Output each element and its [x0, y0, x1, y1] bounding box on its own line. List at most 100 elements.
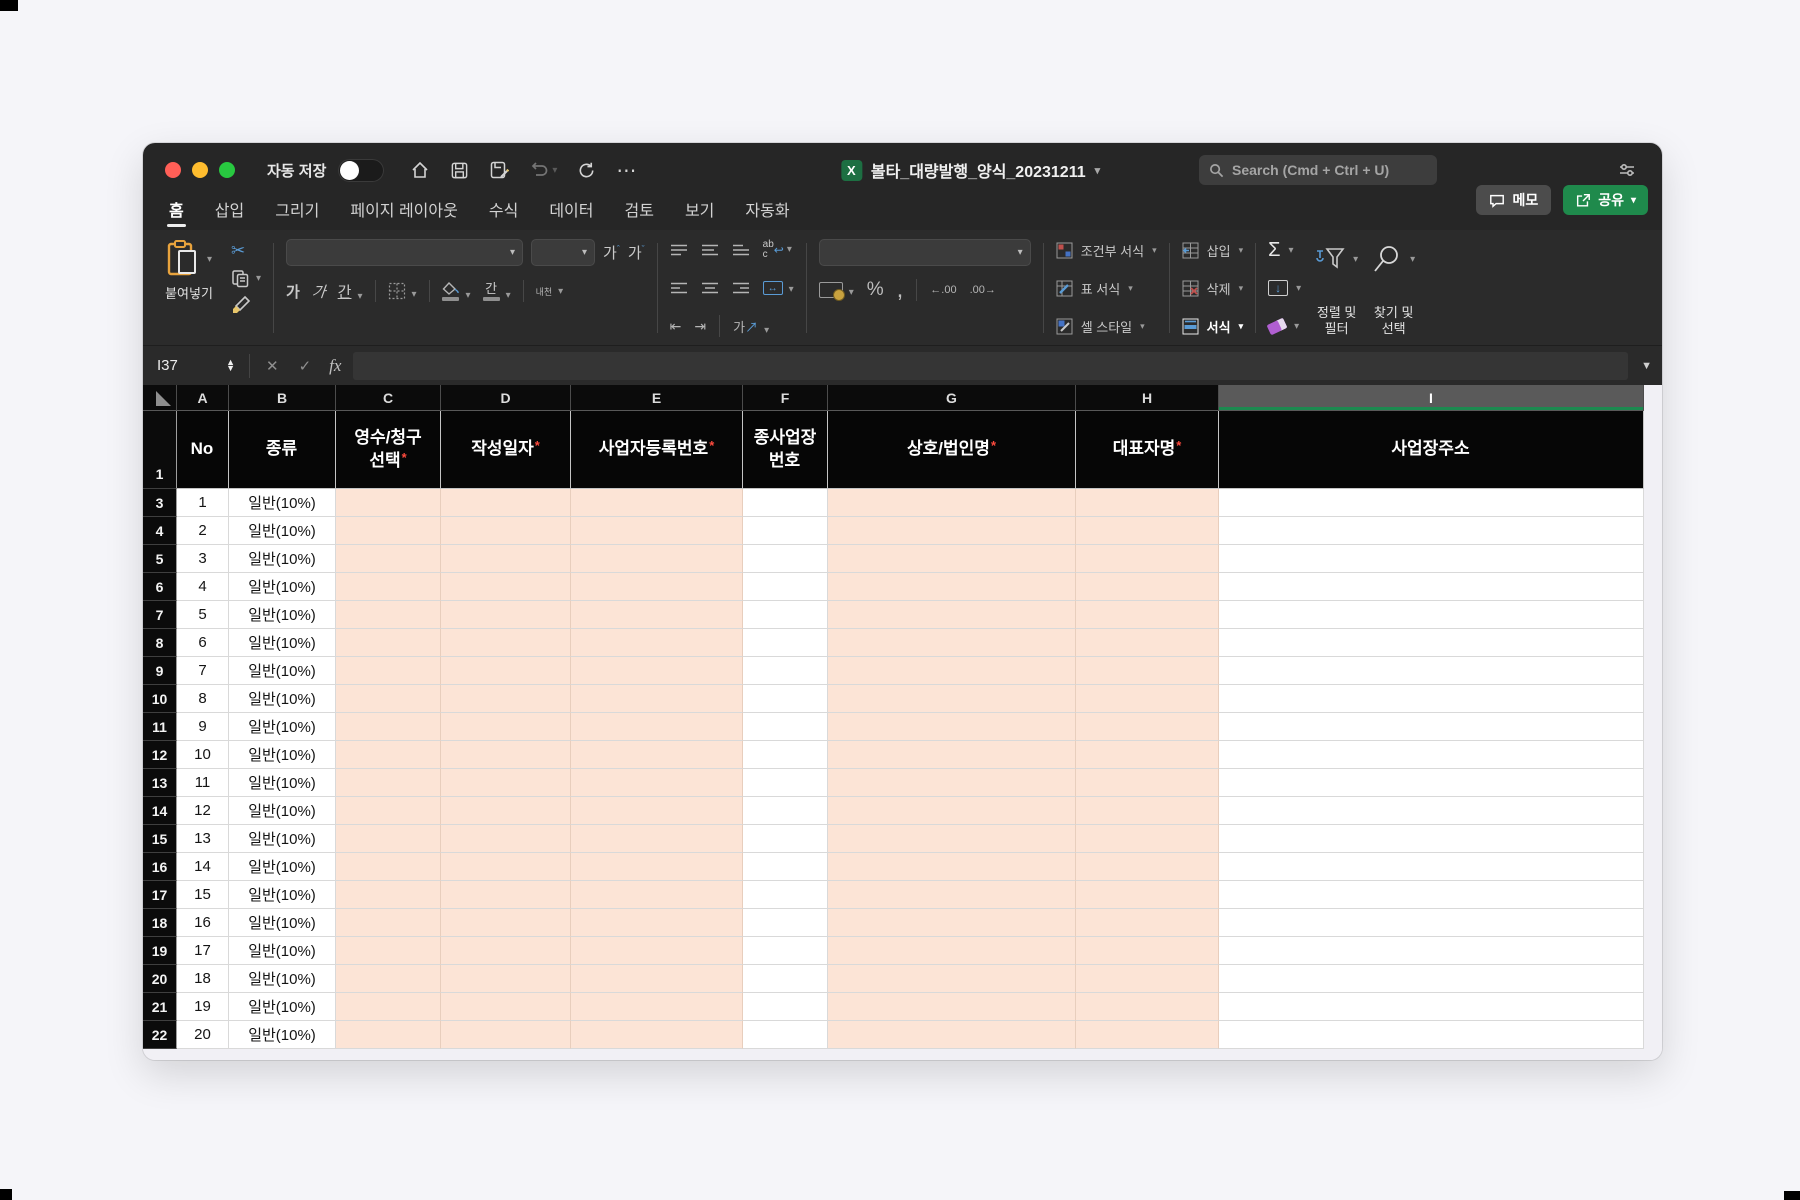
cell-write-date[interactable]	[441, 993, 571, 1021]
row-header[interactable]: 12	[143, 741, 177, 769]
cell-ceo-name[interactable]	[1076, 769, 1219, 797]
fill-button[interactable]: ↓▾	[1268, 278, 1301, 298]
font-size-select[interactable]: ▾	[531, 239, 595, 266]
cell-no[interactable]: 5	[177, 601, 229, 629]
cell-write-date[interactable]	[441, 909, 571, 937]
increase-decimal-button[interactable]: ←.00	[930, 284, 956, 296]
column-header-i-selected[interactable]: I	[1219, 385, 1644, 411]
cell-type[interactable]: 일반(10%)	[229, 769, 336, 797]
cell-type[interactable]: 일반(10%)	[229, 909, 336, 937]
tab-draw[interactable]: 그리기	[275, 197, 319, 230]
cell-company-name[interactable]	[828, 965, 1076, 993]
header-cell-write-date[interactable]: 작성일자*	[441, 411, 571, 489]
cell-write-date[interactable]	[441, 1021, 571, 1049]
cell-company-name[interactable]	[828, 909, 1076, 937]
cell-company-name[interactable]	[828, 1021, 1076, 1049]
cell-receipt-select[interactable]	[336, 909, 441, 937]
cell-receipt-select[interactable]	[336, 545, 441, 573]
header-cell-ceo-name[interactable]: 대표자명*	[1076, 411, 1219, 489]
cell-address[interactable]	[1219, 909, 1644, 937]
tab-formulas[interactable]: 수식	[489, 197, 518, 230]
column-header-d[interactable]: D	[441, 385, 571, 411]
header-cell-business-number[interactable]: 사업자등록번호*	[571, 411, 743, 489]
cell-type[interactable]: 일반(10%)	[229, 937, 336, 965]
cell-business-number[interactable]	[571, 489, 743, 517]
cell-receipt-select[interactable]	[336, 517, 441, 545]
cell-subbusiness-number[interactable]	[743, 601, 828, 629]
cell-company-name[interactable]	[828, 713, 1076, 741]
cell-company-name[interactable]	[828, 517, 1076, 545]
cell-ceo-name[interactable]	[1076, 825, 1219, 853]
cell-subbusiness-number[interactable]	[743, 797, 828, 825]
cell-ceo-name[interactable]	[1076, 517, 1219, 545]
insert-cells-button[interactable]: 삽입▾	[1182, 240, 1243, 260]
row-header[interactable]: 3	[143, 489, 177, 517]
cell-write-date[interactable]	[441, 965, 571, 993]
align-left-icon[interactable]	[670, 282, 688, 294]
cell-address[interactable]	[1219, 657, 1644, 685]
cell-no[interactable]: 13	[177, 825, 229, 853]
cell-no[interactable]: 3	[177, 545, 229, 573]
cell-company-name[interactable]	[828, 657, 1076, 685]
format-painter-button[interactable]	[231, 295, 261, 315]
find-select-button[interactable]: ▾ 찾기 및 선택	[1372, 239, 1415, 337]
increase-indent-button[interactable]: ⇥	[694, 318, 706, 335]
cell-ceo-name[interactable]	[1076, 1021, 1219, 1049]
cell-type[interactable]: 일반(10%)	[229, 1021, 336, 1049]
underline-button[interactable]: 간▾	[338, 281, 363, 302]
cell-receipt-select[interactable]	[336, 937, 441, 965]
cell-receipt-select[interactable]	[336, 993, 441, 1021]
cell-business-number[interactable]	[571, 741, 743, 769]
cell-ceo-name[interactable]	[1076, 909, 1219, 937]
cell-business-number[interactable]	[571, 713, 743, 741]
cell-no[interactable]: 12	[177, 797, 229, 825]
shrink-font-button[interactable]: 가ˇ	[628, 242, 645, 263]
align-middle-icon[interactable]	[701, 244, 719, 256]
percent-style-button[interactable]: %	[867, 279, 884, 301]
cell-address[interactable]	[1219, 601, 1644, 629]
italic-button[interactable]: 가	[311, 281, 327, 302]
cell-company-name[interactable]	[828, 769, 1076, 797]
cell-receipt-select[interactable]	[336, 573, 441, 601]
cell-type[interactable]: 일반(10%)	[229, 797, 336, 825]
cell-no[interactable]: 7	[177, 657, 229, 685]
redo-refresh-icon[interactable]	[577, 161, 596, 180]
memo-button[interactable]: 메모	[1476, 185, 1551, 215]
cell-business-number[interactable]	[571, 657, 743, 685]
cell-ceo-name[interactable]	[1076, 881, 1219, 909]
cell-write-date[interactable]	[441, 853, 571, 881]
close-button[interactable]	[165, 162, 181, 178]
cell-address[interactable]	[1219, 937, 1644, 965]
header-cell-address[interactable]: 사업장주소	[1219, 411, 1644, 489]
save-as-icon[interactable]	[489, 160, 509, 180]
cell-receipt-select[interactable]	[336, 825, 441, 853]
row-header[interactable]: 10	[143, 685, 177, 713]
cell-write-date[interactable]	[441, 573, 571, 601]
row-header[interactable]: 8	[143, 629, 177, 657]
cell-write-date[interactable]	[441, 601, 571, 629]
orientation-button[interactable]: 가↗▾	[733, 317, 769, 336]
tab-insert[interactable]: 삽입	[215, 197, 244, 230]
undo-icon[interactable]: ▾	[529, 161, 557, 179]
row-header[interactable]: 13	[143, 769, 177, 797]
cell-address[interactable]	[1219, 1021, 1644, 1049]
decrease-indent-button[interactable]: ⇤	[670, 318, 682, 335]
cell-no[interactable]: 2	[177, 517, 229, 545]
cell-company-name[interactable]	[828, 601, 1076, 629]
comma-style-button[interactable]: ,	[897, 285, 904, 295]
cell-type[interactable]: 일반(10%)	[229, 517, 336, 545]
cell-address[interactable]	[1219, 881, 1644, 909]
cell-subbusiness-number[interactable]	[743, 881, 828, 909]
cell-ceo-name[interactable]	[1076, 713, 1219, 741]
cell-no[interactable]: 9	[177, 713, 229, 741]
column-header-c[interactable]: C	[336, 385, 441, 411]
save-icon[interactable]	[450, 161, 469, 180]
column-header-a[interactable]: A	[177, 385, 229, 411]
name-box-spinner[interactable]: ▲▼	[226, 360, 235, 371]
tab-review[interactable]: 검토	[624, 197, 653, 230]
share-button[interactable]: 공유 ▾	[1563, 185, 1648, 215]
cell-company-name[interactable]	[828, 573, 1076, 601]
column-header-g[interactable]: G	[828, 385, 1076, 411]
tab-automate[interactable]: 자동화	[745, 197, 789, 230]
cell-company-name[interactable]	[828, 629, 1076, 657]
